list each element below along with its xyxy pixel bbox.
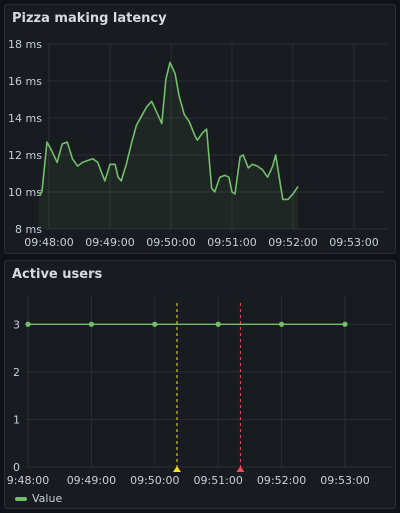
users-data-point xyxy=(215,321,221,327)
x-tick-label: 09:53:00 xyxy=(329,236,378,249)
y-tick-label: 8 ms xyxy=(15,223,42,236)
latency-area-fill xyxy=(38,62,299,229)
x-tick-label: 09:50:00 xyxy=(130,474,179,487)
latency-chart: 8 ms 10 ms 12 ms 14 ms 16 ms 18 ms 09:48:00 09:… xyxy=(8,38,387,249)
users-data-point xyxy=(279,321,285,327)
x-tick-label: 09:53:00 xyxy=(320,474,369,487)
x-tick-label: 09:48:00 xyxy=(24,236,73,249)
x-tick-label: 09:51:00 xyxy=(193,474,242,487)
y-tick-label: 16 ms xyxy=(8,75,42,88)
x-tick-label: 09:49:00 xyxy=(85,236,134,249)
y-tick-label: 14 ms xyxy=(8,112,42,125)
y-tick-label: 2 xyxy=(13,366,20,379)
y-tick-label: 0 xyxy=(13,461,20,474)
y-tick-label: 10 ms xyxy=(8,186,42,199)
y-tick-label: 3 xyxy=(13,318,20,331)
x-tick-label: 09:49:00 xyxy=(67,474,116,487)
x-tick-label: 09:52:00 xyxy=(257,474,306,487)
x-tick-label: 09:52:00 xyxy=(268,236,317,249)
users-data-point xyxy=(342,321,348,327)
x-tick-label: 09:50:00 xyxy=(146,236,195,249)
x-tick-label: 09:51:00 xyxy=(207,236,256,249)
users-data-point xyxy=(88,321,94,327)
y-tick-label: 18 ms xyxy=(8,38,42,51)
charts-layer: 8 ms 10 ms 12 ms 14 ms 16 ms 18 ms 09:48:00 09:… xyxy=(7,38,392,487)
users-chart: 0 1 2 3 9:48:00 09:49:00 09:50:00 09:51:00 09:52… xyxy=(7,296,392,487)
users-data-point xyxy=(25,321,31,327)
y-tick-label: 1 xyxy=(13,413,20,426)
users-data-point xyxy=(152,321,158,327)
y-tick-label: 12 ms xyxy=(8,149,42,162)
x-tick-label: 9:48:00 xyxy=(7,474,49,487)
